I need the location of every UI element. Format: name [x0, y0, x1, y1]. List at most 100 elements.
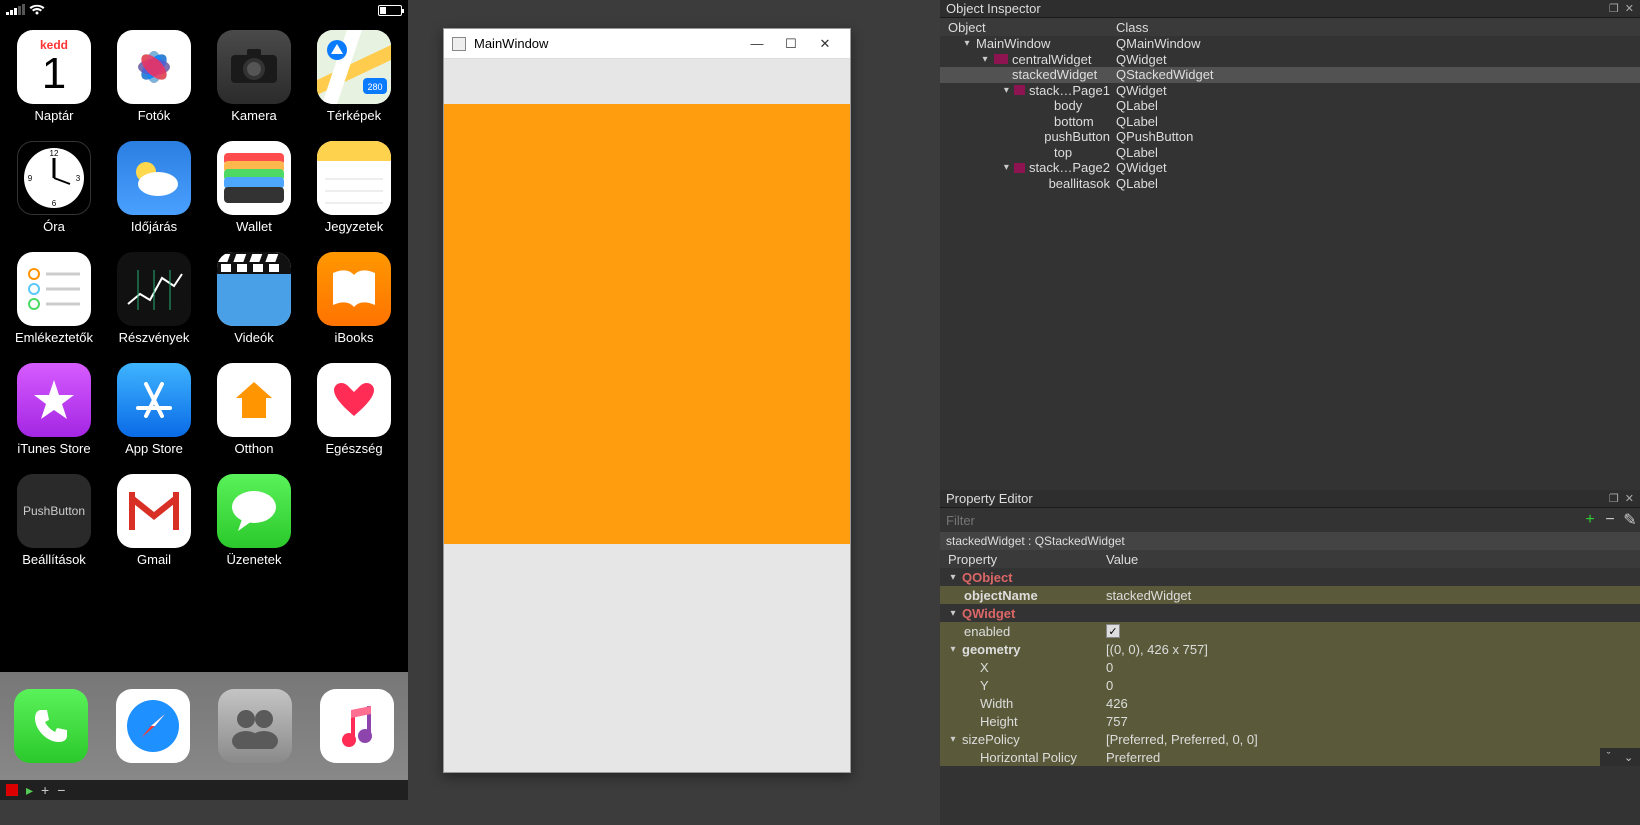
camera-icon	[217, 30, 291, 104]
app-itunes[interactable]: iTunes Store	[4, 363, 104, 456]
reminders-icon	[17, 252, 91, 326]
tree-header: Object Class	[940, 18, 1640, 36]
tree-row[interactable]: ▾stack…Page1QWidget	[940, 83, 1640, 99]
maximize-button[interactable]: ☐	[774, 36, 808, 52]
app-label: Wallet	[236, 219, 272, 234]
layout-icon	[994, 54, 1008, 64]
app-clock[interactable]: 12369 Óra	[4, 141, 104, 234]
property-row[interactable]: Height757	[940, 712, 1640, 730]
app-photos[interactable]: Fotók	[104, 30, 204, 123]
property-row[interactable]: ▾sizePolicy[Preferred, Preferred, 0, 0]	[940, 730, 1640, 748]
remove-property-button[interactable]: −	[1600, 511, 1620, 529]
app-settings[interactable]: PushButton Beállítások	[4, 474, 104, 567]
layout-icon	[1014, 85, 1025, 95]
app-home[interactable]: Otthon	[204, 363, 304, 456]
property-row[interactable]: enabled✓	[940, 622, 1640, 640]
tree-row[interactable]: beallitasokQLabel	[940, 176, 1640, 192]
app-messages[interactable]: Üzenetek	[204, 474, 304, 567]
app-label: Beállítások	[22, 552, 86, 567]
app-camera[interactable]: Kamera	[204, 30, 304, 123]
col-class[interactable]: Class	[1110, 20, 1640, 35]
status-bar	[0, 0, 408, 20]
designer-bottom-toolbar: ▸ + −	[0, 780, 408, 800]
object-inspector-title: Object Inspector ❐ ✕	[940, 0, 1640, 18]
stocks-icon	[117, 252, 191, 326]
dock-contacts-icon[interactable]	[218, 689, 292, 763]
restore-icon[interactable]: ❐	[1609, 2, 1619, 15]
plus-icon[interactable]: +	[41, 782, 49, 798]
dock-music-icon[interactable]	[320, 689, 394, 763]
close-icon[interactable]: ✕	[1625, 492, 1634, 505]
property-row[interactable]: X0	[940, 658, 1640, 676]
gmail-icon	[117, 474, 191, 548]
property-row[interactable]: objectNamestackedWidget	[940, 586, 1640, 604]
app-reminders[interactable]: Emlékeztetők	[4, 252, 104, 345]
notes-icon	[317, 141, 391, 215]
dock-phone-icon[interactable]	[14, 689, 88, 763]
property-row[interactable]: ▾geometry[(0, 0), 426 x 757]	[940, 640, 1640, 658]
dock-safari-icon[interactable]	[116, 689, 190, 763]
app-stocks[interactable]: Részvények	[104, 252, 204, 345]
configure-icon[interactable]: ✎	[1620, 510, 1640, 530]
property-row[interactable]: Y0	[940, 676, 1640, 694]
tree-row[interactable]: ▾MainWindowQMainWindow	[940, 36, 1640, 52]
app-weather[interactable]: Időjárás	[104, 141, 204, 234]
orange-body	[444, 104, 850, 544]
scroll-arrows[interactable]: ˇ⌄	[1600, 748, 1640, 766]
restore-icon[interactable]: ❐	[1609, 492, 1619, 505]
settings-icon: PushButton	[17, 474, 91, 548]
col-value[interactable]: Value	[1100, 552, 1640, 567]
battery-icon	[378, 5, 402, 16]
property-row[interactable]: Horizontal PolicyPreferred	[940, 748, 1640, 766]
tree-row[interactable]: stackedWidgetQStackedWidget	[940, 67, 1640, 83]
tree-row[interactable]: bottomQLabel	[940, 114, 1640, 130]
tree-row[interactable]: ▾stack…Page2QWidget	[940, 160, 1640, 176]
tree-row[interactable]: bodyQLabel	[940, 98, 1640, 114]
home-grid: kedd 1 Naptár Fotók Kamera 280 Térképek	[0, 20, 408, 567]
filter-input[interactable]	[940, 513, 1580, 528]
record-icon[interactable]	[6, 784, 18, 796]
titlebar[interactable]: MainWindow — ☐ ✕	[444, 29, 850, 59]
close-button[interactable]: ✕	[808, 36, 842, 52]
panel-title-text: Property Editor	[946, 491, 1033, 506]
checkbox[interactable]: ✓	[1106, 624, 1120, 638]
app-label: iBooks	[334, 330, 373, 345]
app-maps[interactable]: 280 Térképek	[304, 30, 404, 123]
app-videos[interactable]: Videók	[204, 252, 304, 345]
app-wallet[interactable]: Wallet	[204, 141, 304, 234]
run-icon[interactable]: ▸	[26, 782, 33, 799]
add-property-button[interactable]: +	[1580, 511, 1600, 529]
app-label: App Store	[125, 441, 183, 456]
app-notes[interactable]: Jegyzetek	[304, 141, 404, 234]
calendar-day: 1	[42, 52, 66, 96]
app-ibooks[interactable]: iBooks	[304, 252, 404, 345]
close-icon[interactable]: ✕	[1625, 2, 1634, 15]
app-gmail[interactable]: Gmail	[104, 474, 204, 567]
minimize-button[interactable]: —	[740, 36, 774, 51]
window-title: MainWindow	[474, 36, 548, 51]
tree-row[interactable]: pushButtonQPushButton	[940, 129, 1640, 145]
weather-icon	[117, 141, 191, 215]
col-property[interactable]: Property	[940, 552, 1100, 567]
app-label: Videók	[234, 330, 274, 345]
wifi-icon	[29, 4, 45, 16]
app-health[interactable]: Egészség	[304, 363, 404, 456]
app-label: Fotók	[138, 108, 171, 123]
main-window: MainWindow — ☐ ✕	[443, 28, 851, 773]
tree-row[interactable]: topQLabel	[940, 145, 1640, 161]
app-label: Egészség	[325, 441, 382, 456]
object-tree[interactable]: ▾MainWindowQMainWindow▾centralWidgetQWid…	[940, 36, 1640, 191]
tree-row[interactable]: ▾centralWidgetQWidget	[940, 52, 1640, 68]
property-row[interactable]: ▾QObject	[940, 568, 1640, 586]
col-object[interactable]: Object	[940, 20, 1110, 35]
property-row[interactable]: ▾QWidget	[940, 604, 1640, 622]
panel-title-text: Object Inspector	[946, 1, 1041, 16]
property-rows[interactable]: ▾QObjectobjectNamestackedWidget▾QWidgete…	[940, 568, 1640, 766]
messages-icon	[217, 474, 291, 548]
app-appstore[interactable]: App Store	[104, 363, 204, 456]
window-icon	[452, 37, 466, 51]
layout-icon	[1014, 163, 1025, 173]
property-row[interactable]: Width426	[940, 694, 1640, 712]
app-calendar[interactable]: kedd 1 Naptár	[4, 30, 104, 123]
minus-icon[interactable]: −	[57, 782, 65, 798]
